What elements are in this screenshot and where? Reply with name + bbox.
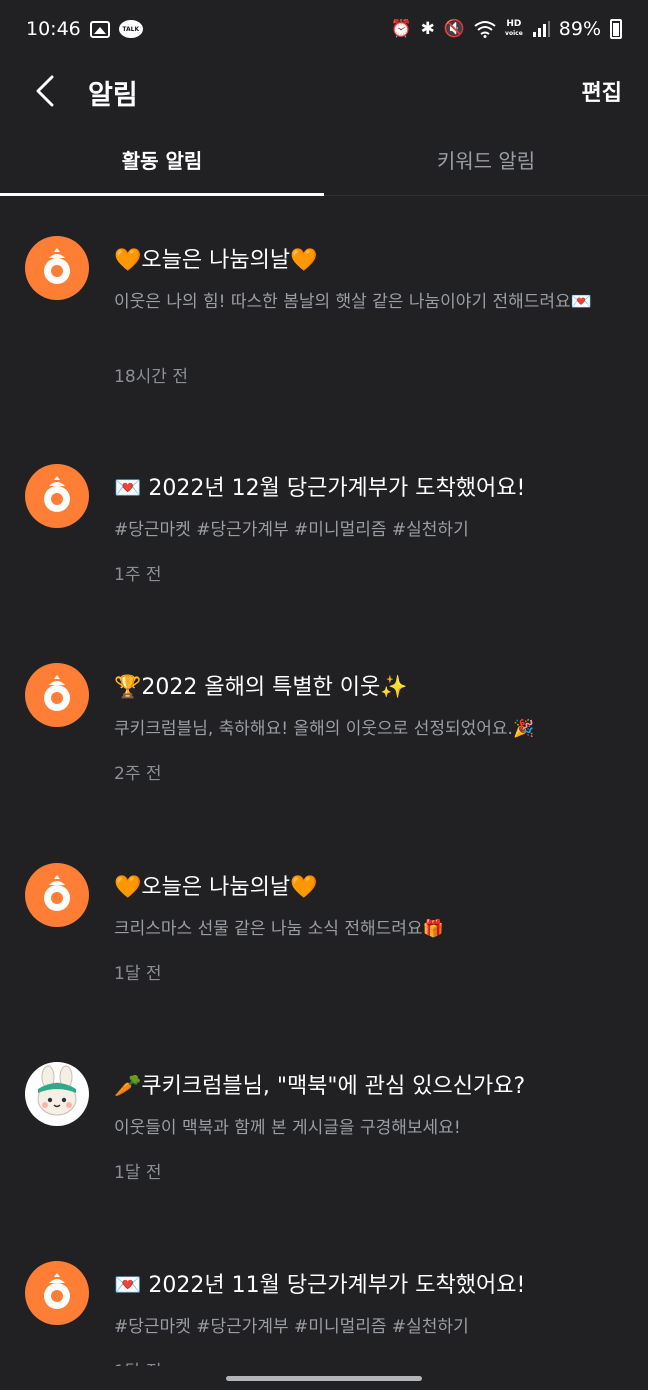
carrot-logo-icon: [25, 663, 89, 727]
notification-title: 🧡오늘은 나눔의날🧡: [114, 875, 318, 900]
notification-body: 이웃은 나의 힘! 따스한 봄날의 햇살 같은 나눔이야기 전해드려요💌: [114, 292, 592, 312]
alarm-icon: ⏰: [390, 19, 412, 39]
battery-icon: [610, 19, 622, 39]
tab-keyword-notifications[interactable]: 키워드 알림: [324, 124, 648, 195]
status-bar-right: ⏰ ✱ 🔇 HD voice 89%: [390, 18, 622, 40]
system-navigation-bar: [0, 1366, 648, 1390]
bunny-avatar-icon: [25, 1062, 89, 1126]
notification-body: 이웃들이 맥북과 함께 본 게시글을 구경해보세요!: [114, 1118, 461, 1138]
home-gesture-handle[interactable]: [226, 1376, 422, 1381]
voice-label: voice: [505, 30, 523, 37]
signal-icon: [532, 21, 550, 37]
notification-item[interactable]: 💌 2022년 12월 당근가계부가 도착했어요! #당근마켓 #당근가계부 #…: [0, 464, 648, 604]
mute-icon: 🔇: [443, 19, 466, 39]
notification-time: 2주 전: [114, 764, 162, 784]
chevron-left-icon: [36, 75, 54, 107]
carrot-logo-icon: [25, 863, 89, 927]
hd-voice-icon: HD voice: [505, 20, 523, 38]
talk-icon: TALK: [118, 20, 143, 38]
notification-title: 💌 2022년 11월 당근가계부가 도착했어요!: [114, 1273, 526, 1298]
carrot-logo-icon: [25, 236, 89, 300]
app-bar: 알림 편집: [0, 58, 648, 124]
notification-body: 크리스마스 선물 같은 나눔 소식 전해드려요🎁: [114, 919, 444, 939]
notification-item[interactable]: 🏆2022 올해의 특별한 이웃✨ 쿠키크럼블님, 축하해요! 올해의 이웃으로…: [0, 663, 648, 803]
notification-item[interactable]: 🧡오늘은 나눔의날🧡 이웃은 나의 힘! 따스한 봄날의 햇살 같은 나눔이야기…: [0, 236, 648, 406]
notification-title: 💌 2022년 12월 당근가계부가 도착했어요!: [114, 476, 526, 501]
back-button[interactable]: [30, 74, 60, 108]
carrot-logo-icon: [25, 464, 89, 528]
tab-activity-notifications[interactable]: 활동 알림: [0, 124, 324, 196]
gallery-icon: [89, 20, 110, 38]
notification-time: 18시간 전: [114, 367, 188, 387]
notification-title: 🥕쿠키크럼블님, "맥북"에 관심 있으신가요?: [114, 1074, 526, 1099]
notification-time: 1달 전: [114, 964, 162, 984]
edit-button[interactable]: 편집: [582, 75, 622, 107]
notification-time: 1달 전: [114, 1357, 162, 1366]
notification-item[interactable]: 💌 2022년 11월 당근가계부가 도착했어요! #당근마켓 #당근가계부 #…: [0, 1261, 648, 1366]
hd-label: HD: [506, 19, 522, 29]
notification-item[interactable]: 🧡오늘은 나눔의날🧡 크리스마스 선물 같은 나눔 소식 전해드려요🎁 1달 전: [0, 863, 648, 1003]
notification-time: 1주 전: [114, 565, 162, 585]
notification-title: 🏆2022 올해의 특별한 이웃✨: [114, 675, 408, 700]
battery-percent: 89%: [558, 18, 601, 40]
tab-bar: 활동 알림 키워드 알림: [0, 124, 648, 196]
notification-item[interactable]: 🥕쿠키크럼블님, "맥북"에 관심 있으신가요? 이웃들이 맥북과 함께 본 게…: [0, 1062, 648, 1202]
status-bar: 10:46 TALK ⏰ ✱ 🔇 HD voice 89%: [0, 0, 648, 58]
notification-body: #당근마켓 #당근가계부 #미니멀리즘 #실천하기: [114, 1317, 469, 1337]
notification-body: 쿠키크럼블님, 축하해요! 올해의 이웃으로 선정되었어요.🎉: [114, 719, 535, 739]
clock: 10:46: [26, 18, 81, 40]
notification-title: 🧡오늘은 나눔의날🧡: [114, 248, 318, 273]
notification-body: #당근마켓 #당근가계부 #미니멀리즘 #실천하기: [114, 520, 469, 540]
notification-time: 1달 전: [114, 1163, 162, 1183]
bluetooth-icon: ✱: [420, 19, 435, 39]
status-bar-left: 10:46 TALK: [26, 18, 143, 40]
wifi-icon: [474, 20, 496, 38]
page-title: 알림: [88, 80, 138, 111]
carrot-logo-icon: [25, 1261, 89, 1325]
